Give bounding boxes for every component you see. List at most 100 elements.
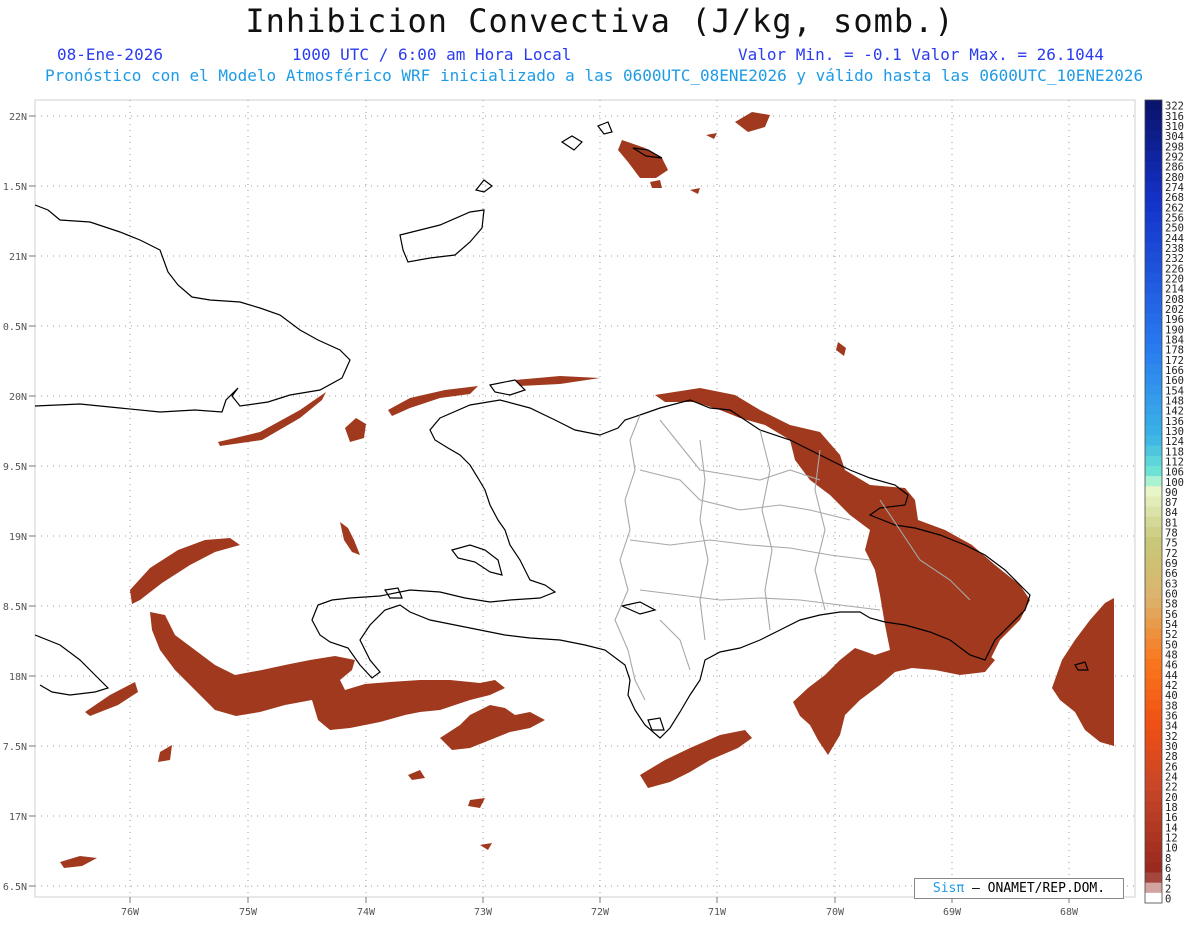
colorbar-swatch [1145,252,1162,264]
shaded-area [345,418,366,442]
shaded-area [655,388,1030,670]
shaded-area [650,180,662,188]
coast-line [620,601,657,615]
border-line [614,414,646,701]
shaded-area [388,386,478,416]
lat-label: 21N [9,252,27,263]
plot-frame [34,99,1136,898]
border-line [659,619,691,671]
colorbar-swatch [1145,201,1162,213]
colorbar-swatch [1145,842,1162,853]
colorbar-swatch [1145,282,1162,294]
colorbar-swatch [1145,628,1162,640]
colorbar-swatch [1145,455,1162,467]
colorbar-swatch [1145,232,1162,243]
sispi-logo: Sisπ [932,881,965,896]
colorbar-swatch [1145,242,1162,253]
colorbar-swatch [1145,313,1162,325]
colorbar-swatch [1145,272,1162,284]
shaded-area [690,188,700,194]
lat-label: 6.5N [3,882,27,893]
colorbar-swatch [1145,598,1162,609]
colorbar-swatch [1145,821,1162,833]
colorbar-swatch [1145,638,1162,650]
colorbar-swatch [1145,374,1162,386]
lon-label: 68W [1060,907,1079,918]
colorbar-swatch [1145,608,1162,619]
colorbar-swatch [1145,303,1162,314]
shaded-area [836,342,846,356]
colorbar-swatch [1145,293,1162,304]
colorbar-swatch [1145,526,1162,538]
lat-label: 18N [9,672,27,683]
colorbar-swatch [1145,496,1162,508]
colorbar-swatch [1145,516,1162,528]
colorbar-swatch [1145,150,1162,162]
colorbar-swatch [1145,587,1162,599]
colorbar-swatch [1145,425,1162,436]
colorbar-swatch [1145,465,1162,477]
shaded-area [150,612,505,730]
colorbar-swatch [1145,404,1162,416]
colorbar-swatch [1145,689,1162,701]
shaded-area [640,730,752,788]
colorbar-swatch [1145,537,1162,548]
lon-label: 69W [943,907,962,918]
coast-line [647,717,665,731]
lon-label: 72W [591,907,610,918]
shaded-area [408,770,425,780]
colorbar-swatch [1145,262,1162,274]
lat-label: 9.5N [3,462,27,473]
colorbar-swatch [1145,476,1162,487]
colorbar-swatch [1145,699,1162,711]
colorbar-swatch [1145,577,1162,589]
colorbar-swatch [1145,791,1162,802]
shaded-area [1052,598,1114,746]
coast-line [597,121,613,135]
colorbar-swatch [1145,486,1162,497]
colorbar-swatch [1145,343,1162,355]
colorbar-swatch [1145,669,1162,680]
colorbar-swatch [1145,557,1162,569]
shaded-area [130,538,240,604]
latitude-labels: 22N 1.5N 21N 0.5N 20N 9.5N 19N 8.5N 18N 7.5N 17N 6.… [3,112,35,893]
shaded-area [440,705,545,750]
credit-box: Sisπ – ONAMET/REP.DOM. [914,878,1124,899]
lon-label: 71W [708,907,727,918]
shaded-area [85,682,138,716]
coast-line [34,204,351,413]
lat-label: 1.5N [3,182,27,193]
colorbar-swatch [1145,171,1162,182]
colorbar-label: 0 [1165,894,1171,906]
coast-line [34,634,110,696]
border-line [639,589,881,611]
coast-line [560,135,583,151]
shaded-area [60,856,97,868]
shaded-area [735,112,770,132]
lat-label: 8.5N [3,602,27,613]
colorbar-swatch [1145,333,1162,345]
colorbar-swatch [1145,679,1162,691]
colorbar-swatch [1145,394,1162,406]
colorbar-swatch [1145,740,1162,752]
border-line [629,539,871,561]
colorbar-swatch [1145,354,1162,365]
colorbar-swatch [1145,120,1162,131]
colorbar-swatch [1145,831,1162,843]
lat-label: 0.5N [3,322,27,333]
colorbar-swatch [1145,364,1162,375]
colorbar-swatch [1145,709,1162,721]
colorbar-swatch [1145,110,1162,121]
colorbar-swatch [1145,140,1162,152]
colorbar-swatch [1145,445,1162,457]
coast-line [450,544,503,576]
colorbar-swatch [1145,892,1162,904]
colorbar-swatch [1145,852,1162,863]
colorbar-swatch [1145,221,1162,233]
coast-line [399,209,485,263]
colorbar-swatch [1145,547,1162,558]
longitude-labels: 76W 75W 74W 73W 72W 71W 70W 69W 68W [121,897,1079,918]
lon-label: 70W [826,907,845,918]
colorbar-labels: 3223163103042982922862802742682622562502… [1165,101,1184,906]
colorbar-swatch [1145,618,1162,630]
